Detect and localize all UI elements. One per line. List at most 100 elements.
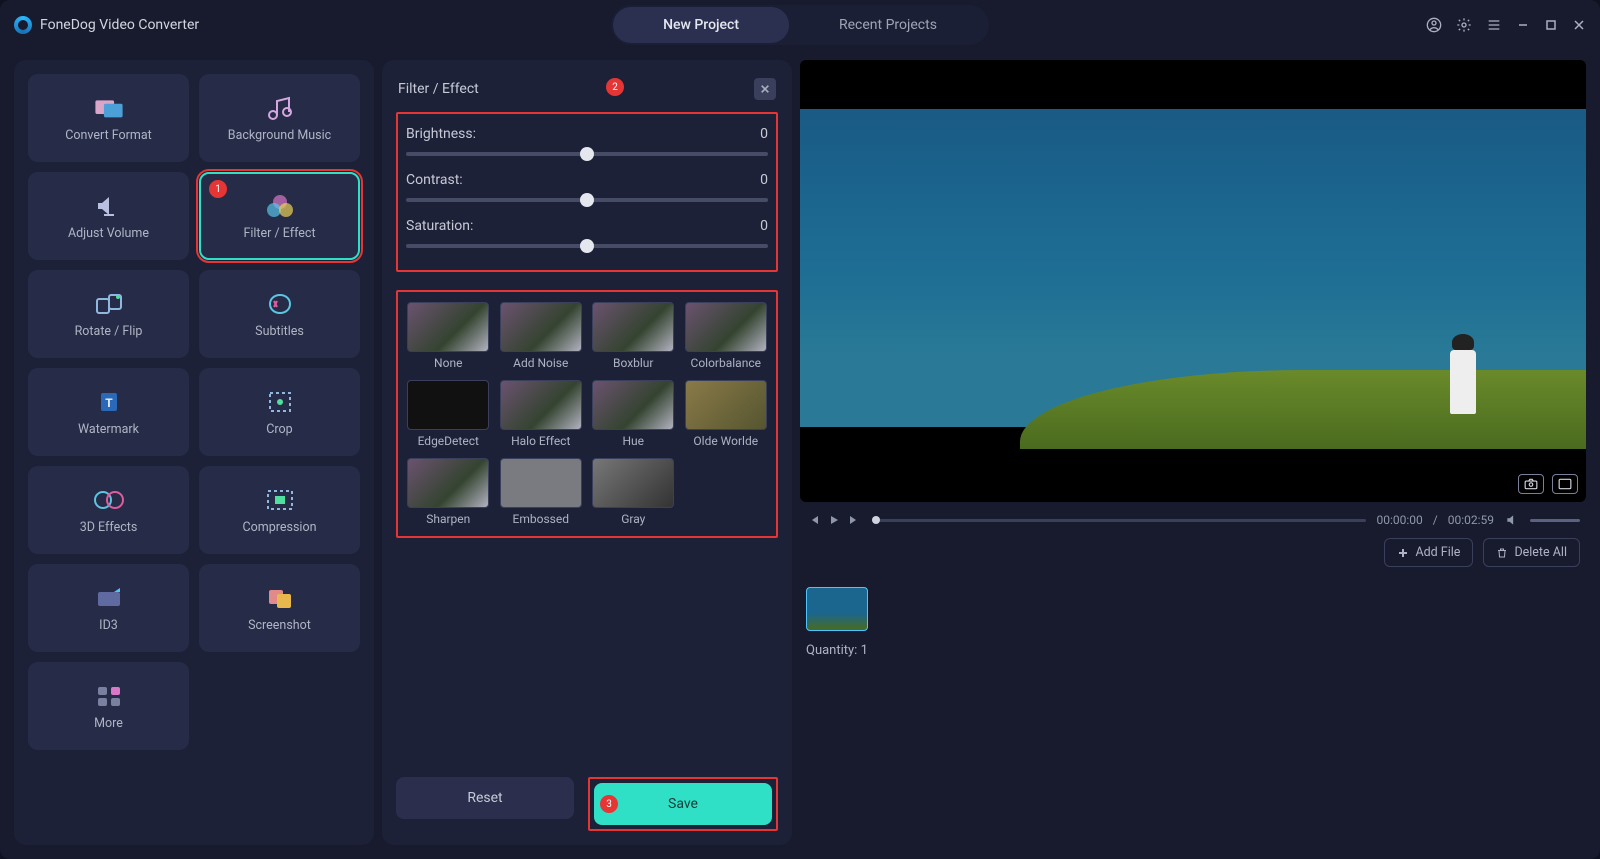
settings-icon[interactable] — [1456, 17, 1472, 33]
tool-label: 3D Effects — [80, 520, 138, 535]
sliders-group: Brightness: 0 Contrast: 0 Saturation: — [396, 112, 778, 272]
tool-label: Compression — [243, 520, 317, 535]
tool-3d-effects[interactable]: 3D Effects — [28, 466, 189, 554]
filter-sharpen[interactable]: Sharpen — [406, 458, 491, 526]
tool-label: ID3 — [99, 618, 118, 633]
more-icon — [92, 682, 126, 710]
time-divider: / — [1433, 513, 1438, 527]
tool-convert-format[interactable]: Convert Format — [28, 74, 189, 162]
brightness-slider: Brightness: 0 — [406, 126, 768, 156]
filter-label: Boxblur — [613, 356, 654, 370]
app-logo-icon — [14, 16, 32, 34]
svg-text:T: T — [105, 396, 113, 410]
tool-crop[interactable]: Crop — [199, 368, 360, 456]
file-actions-row: Add File Delete All — [800, 538, 1586, 567]
play-button[interactable] — [826, 512, 842, 528]
quantity-text: Quantity: 1 — [806, 643, 1580, 658]
contrast-slider: Contrast: 0 — [406, 172, 768, 202]
volume-icon[interactable] — [1504, 512, 1520, 528]
saturation-value: 0 — [760, 218, 768, 234]
contrast-track[interactable] — [406, 198, 768, 202]
filter-halo-effect[interactable]: Halo Effect — [499, 380, 584, 448]
filter-thumb — [500, 302, 582, 352]
account-icon[interactable] — [1426, 17, 1442, 33]
filter-thumb — [407, 458, 489, 508]
rotate-flip-icon — [92, 290, 126, 318]
id3-icon — [92, 584, 126, 612]
filter-gray[interactable]: Gray — [591, 458, 676, 526]
seek-bar[interactable] — [872, 519, 1366, 522]
tool-more[interactable]: More — [28, 662, 189, 750]
tool-id3[interactable]: ID3 — [28, 564, 189, 652]
tab-new-project[interactable]: New Project — [613, 7, 789, 43]
subtitles-icon — [263, 290, 297, 318]
step-marker-2: 2 — [606, 78, 624, 96]
tool-filter-effect[interactable]: 1Filter / Effect — [199, 172, 360, 260]
close-panel-button[interactable] — [754, 78, 776, 100]
filter-embossed[interactable]: Embossed — [499, 458, 584, 526]
brightness-label: Brightness: — [406, 126, 476, 142]
filter-thumb — [500, 458, 582, 508]
tool-screenshot[interactable]: Screenshot — [199, 564, 360, 652]
tool-label: Background Music — [228, 128, 331, 143]
filter-none[interactable]: None — [406, 302, 491, 370]
save-button[interactable]: Save — [594, 783, 772, 825]
saturation-thumb[interactable] — [580, 239, 594, 253]
seek-thumb[interactable] — [872, 516, 880, 524]
fullscreen-icon[interactable] — [1552, 474, 1578, 494]
preview-image — [800, 60, 1586, 502]
filter-thumb — [592, 458, 674, 508]
filter-thumb — [592, 380, 674, 430]
tool-rotate-flip[interactable]: Rotate / Flip — [28, 270, 189, 358]
effect-panel-title: Filter / Effect — [398, 81, 479, 97]
next-button[interactable] — [846, 512, 862, 528]
tool-subtitles[interactable]: Subtitles — [199, 270, 360, 358]
step-marker-1: 1 — [209, 180, 227, 198]
crop-icon — [263, 388, 297, 416]
filter-olde-worlde[interactable]: Olde Worlde — [684, 380, 769, 448]
filter-label: Sharpen — [426, 512, 470, 526]
brightness-track[interactable] — [406, 152, 768, 156]
filter-grid: NoneAdd Noise Boxblur Colorbalance EdgeDete… — [396, 290, 778, 538]
tool-background-music[interactable]: Background Music — [199, 74, 360, 162]
add-file-button[interactable]: Add File — [1384, 538, 1473, 567]
filter-thumb — [685, 380, 767, 430]
saturation-track[interactable] — [406, 244, 768, 248]
filter-label: Embossed — [513, 512, 569, 526]
filter-label: Olde Worlde — [693, 434, 758, 448]
filter-add-noise[interactable]: Add Noise — [499, 302, 584, 370]
delete-all-label: Delete All — [1514, 545, 1567, 560]
tool-watermark[interactable]: TWatermark — [28, 368, 189, 456]
screenshot-icon — [263, 584, 297, 612]
tool-label: Convert Format — [65, 128, 152, 143]
tool-adjust-volume[interactable]: Adjust Volume — [28, 172, 189, 260]
maximize-button[interactable] — [1544, 18, 1558, 32]
delete-all-button[interactable]: Delete All — [1483, 538, 1580, 567]
filter-boxblur[interactable]: Boxblur — [591, 302, 676, 370]
reset-button[interactable]: Reset — [396, 777, 574, 819]
video-preview[interactable] — [800, 60, 1586, 502]
filter-colorbalance[interactable]: Colorbalance — [684, 302, 769, 370]
filter-label: Halo Effect — [511, 434, 570, 448]
tool-compression[interactable]: Compression — [199, 466, 360, 554]
prev-button[interactable] — [806, 512, 822, 528]
menu-icon[interactable] — [1486, 17, 1502, 33]
brand: FoneDog Video Converter — [14, 16, 199, 34]
contrast-thumb[interactable] — [580, 193, 594, 207]
tab-recent-projects[interactable]: Recent Projects — [789, 7, 987, 43]
app-title: FoneDog Video Converter — [40, 17, 199, 33]
adjust-volume-icon — [92, 192, 126, 220]
clip-thumbnail[interactable] — [806, 587, 868, 631]
contrast-value: 0 — [760, 172, 768, 188]
minimize-button[interactable] — [1516, 18, 1530, 32]
tool-label: Adjust Volume — [68, 226, 149, 241]
convert-format-icon — [92, 94, 126, 122]
brightness-thumb[interactable] — [580, 147, 594, 161]
tool-label: Screenshot — [248, 618, 311, 633]
snapshot-icon[interactable] — [1518, 474, 1544, 494]
volume-bar[interactable] — [1530, 519, 1580, 522]
filter-hue[interactable]: Hue — [591, 380, 676, 448]
filter-edgedetect[interactable]: EdgeDetect — [406, 380, 491, 448]
close-button[interactable] — [1572, 18, 1586, 32]
effect-panel: Filter / Effect 2 Brightness: 0 Contrast… — [382, 60, 792, 845]
